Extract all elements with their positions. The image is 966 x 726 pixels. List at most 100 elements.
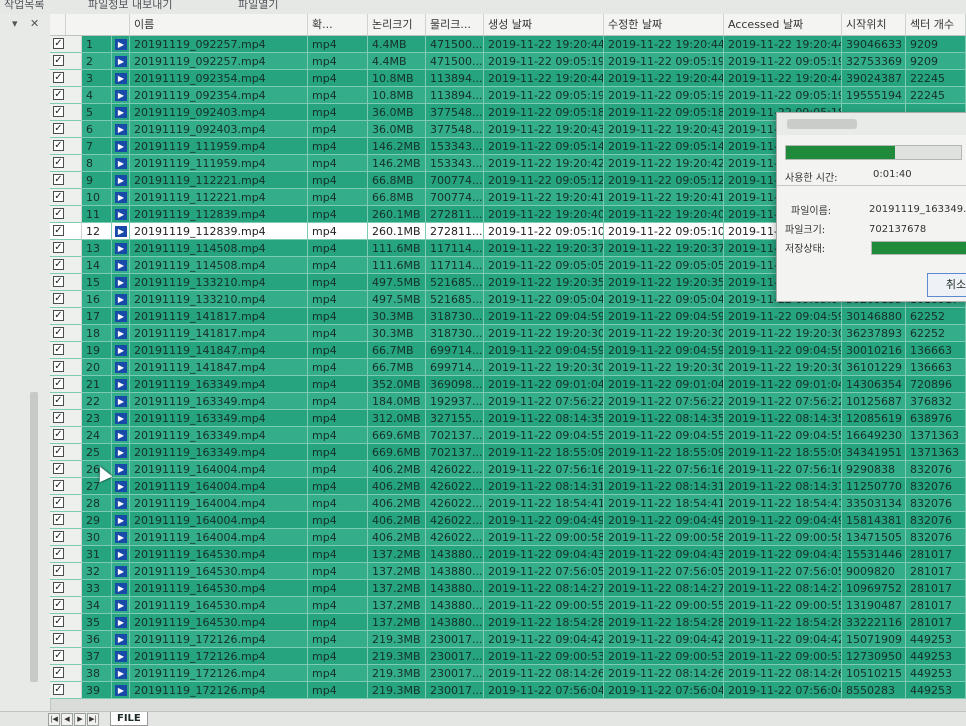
hdr-checkbox[interactable] bbox=[50, 14, 66, 35]
row-checkbox[interactable]: ✓ bbox=[53, 480, 64, 491]
row-checkbox[interactable]: ✓ bbox=[53, 259, 64, 270]
table-row[interactable]: ✓ 3 ▶ 20191119_092354.mp4 mp4 10.8MB 113894...… bbox=[50, 70, 966, 87]
row-checkbox[interactable]: ✓ bbox=[53, 395, 64, 406]
row-checkbox[interactable]: ✓ bbox=[53, 531, 64, 542]
row-checkbox[interactable]: ✓ bbox=[53, 89, 64, 100]
row-checkbox[interactable]: ✓ bbox=[53, 225, 64, 236]
hdr-name[interactable]: 이름 bbox=[130, 14, 308, 35]
table-row[interactable]: ✓ 4 ▶ 20191119_092354.mp4 mp4 10.8MB 113894...… bbox=[50, 87, 966, 104]
row-checkbox[interactable]: ✓ bbox=[53, 310, 64, 321]
row-checkbox[interactable]: ✓ bbox=[53, 327, 64, 338]
logical-size: 137.2MB bbox=[368, 563, 426, 580]
table-row[interactable]: ✓ 28 ▶ 20191119_164004.mp4 mp4 406.2MB 426022.… bbox=[50, 495, 966, 512]
sheet-tab-file[interactable]: FILE bbox=[110, 712, 148, 726]
row-checkbox[interactable]: ✓ bbox=[53, 123, 64, 134]
row-checkbox[interactable]: ✓ bbox=[53, 582, 64, 593]
row-checkbox[interactable]: ✓ bbox=[53, 140, 64, 151]
row-checkbox[interactable]: ✓ bbox=[53, 463, 64, 474]
row-checkbox[interactable]: ✓ bbox=[53, 633, 64, 644]
logical-size: 219.3MB bbox=[368, 648, 426, 665]
table-row[interactable]: ✓ 17 ▶ 20191119_141817.mp4 mp4 30.3MB 318730..… bbox=[50, 308, 966, 325]
row-checkbox[interactable]: ✓ bbox=[53, 497, 64, 508]
row-checkbox[interactable]: ✓ bbox=[53, 650, 64, 661]
next-sheet-button[interactable]: ▶ bbox=[74, 713, 86, 726]
row-checkbox[interactable]: ✓ bbox=[53, 361, 64, 372]
table-row[interactable]: ✓ 2 ▶ 20191119_092257.mp4 mp4 4.4MB 471500... 2… bbox=[50, 53, 966, 70]
hdr-number[interactable] bbox=[82, 14, 130, 35]
row-checkbox[interactable]: ✓ bbox=[53, 429, 64, 440]
toolbar-open-file[interactable]: 파일열기 bbox=[238, 0, 278, 12]
created-date: 2019-11-22 19:20:30 bbox=[484, 359, 604, 376]
row-checkbox[interactable]: ✓ bbox=[53, 684, 64, 695]
table-row[interactable]: ✓ 36 ▶ 20191119_172126.mp4 mp4 219.3MB 230017.… bbox=[50, 631, 966, 648]
hdr-sector-count[interactable]: 섹터 개수 bbox=[906, 14, 966, 35]
row-checkbox[interactable]: ✓ bbox=[53, 344, 64, 355]
hdr-logical-size[interactable]: 논리크기 bbox=[368, 14, 426, 35]
row-number: 27 bbox=[82, 478, 112, 495]
table-row[interactable]: ✓ 30 ▶ 20191119_164004.mp4 mp4 406.2MB 426022.… bbox=[50, 529, 966, 546]
toolbar-task-list[interactable]: 작업목록 bbox=[4, 0, 44, 12]
row-checkbox[interactable]: ✓ bbox=[53, 106, 64, 117]
row-checkbox[interactable]: ✓ bbox=[53, 242, 64, 253]
hdr-physical-size[interactable]: 물리크... bbox=[426, 14, 484, 35]
row-checkbox[interactable]: ✓ bbox=[53, 378, 64, 389]
row-checkbox[interactable]: ✓ bbox=[53, 208, 64, 219]
table-row[interactable]: ✓ 1 ▶ 20191119_092257.mp4 mp4 4.4MB 471500... 2… bbox=[50, 36, 966, 53]
hdr-start-offset[interactable]: 시작위치 bbox=[842, 14, 906, 35]
row-checkbox[interactable]: ✓ bbox=[53, 446, 64, 457]
row-checkbox[interactable]: ✓ bbox=[53, 514, 64, 525]
table-row[interactable]: ✓ 33 ▶ 20191119_164530.mp4 mp4 137.2MB 143880.… bbox=[50, 580, 966, 597]
chevron-down-icon[interactable]: ▾ bbox=[12, 17, 18, 30]
hdr-accessed[interactable]: Accessed 날짜 bbox=[724, 14, 842, 35]
row-checkbox[interactable]: ✓ bbox=[53, 548, 64, 559]
table-row[interactable]: ✓ 31 ▶ 20191119_164530.mp4 mp4 137.2MB 143880.… bbox=[50, 546, 966, 563]
row-checkbox[interactable]: ✓ bbox=[53, 565, 64, 576]
row-checkbox[interactable]: ✓ bbox=[53, 72, 64, 83]
prev-sheet-button[interactable]: ◀ bbox=[61, 713, 73, 726]
row-checkbox[interactable]: ✓ bbox=[53, 276, 64, 287]
table-row[interactable]: ✓ 20 ▶ 20191119_141847.mp4 mp4 66.7MB 699714..… bbox=[50, 359, 966, 376]
hdr-modified[interactable]: 수정한 날짜 bbox=[604, 14, 724, 35]
row-checkbox[interactable]: ✓ bbox=[53, 616, 64, 627]
table-row[interactable]: ✓ 24 ▶ 20191119_163349.mp4 mp4 669.6MB 702137.… bbox=[50, 427, 966, 444]
logical-size: 184.0MB bbox=[368, 393, 426, 410]
table-row[interactable]: ✓ 19 ▶ 20191119_141847.mp4 mp4 66.7MB 699714..… bbox=[50, 342, 966, 359]
table-row[interactable]: ✓ 27 ▶ 20191119_164004.mp4 mp4 406.2MB 426022.… bbox=[50, 478, 966, 495]
table-row[interactable]: ✓ 18 ▶ 20191119_141817.mp4 mp4 30.3MB 318730..… bbox=[50, 325, 966, 342]
sector-count: 9209 bbox=[906, 53, 966, 70]
table-row[interactable]: ✓ 21 ▶ 20191119_163349.mp4 mp4 352.0MB 369098.… bbox=[50, 376, 966, 393]
table-row[interactable]: ✓ 25 ▶ 20191119_163349.mp4 mp4 669.6MB 702137.… bbox=[50, 444, 966, 461]
table-row[interactable]: ✓ 23 ▶ 20191119_163349.mp4 mp4 312.0MB 327155.… bbox=[50, 410, 966, 427]
modified-date: 2019-11-22 09:00:58 bbox=[604, 529, 724, 546]
table-row[interactable]: ✓ 34 ▶ 20191119_164530.mp4 mp4 137.2MB 143880.… bbox=[50, 597, 966, 614]
start-offset: 13471505 bbox=[842, 529, 906, 546]
file-type-cell: ▶ bbox=[112, 648, 130, 665]
row-checkbox[interactable]: ✓ bbox=[53, 412, 64, 423]
last-sheet-button[interactable]: ▶| bbox=[87, 713, 99, 726]
physical-size: 230017... bbox=[426, 631, 484, 648]
row-checkbox[interactable]: ✓ bbox=[53, 157, 64, 168]
table-row[interactable]: ✓ 29 ▶ 20191119_164004.mp4 mp4 406.2MB 426022.… bbox=[50, 512, 966, 529]
close-icon[interactable]: ✕ bbox=[30, 17, 39, 30]
table-row[interactable]: ✓ 22 ▶ 20191119_163349.mp4 mp4 184.0MB 192937.… bbox=[50, 393, 966, 410]
cancel-button[interactable]: 취소 bbox=[927, 273, 966, 297]
start-offset: 15071909 bbox=[842, 631, 906, 648]
table-row[interactable]: ✓ 39 ▶ 20191119_172126.mp4 mp4 219.3MB 230017.… bbox=[50, 682, 966, 699]
first-sheet-button[interactable]: |◀ bbox=[48, 713, 60, 726]
row-checkbox[interactable]: ✓ bbox=[53, 174, 64, 185]
row-checkbox[interactable]: ✓ bbox=[53, 38, 64, 49]
table-row[interactable]: ✓ 38 ▶ 20191119_172126.mp4 mp4 219.3MB 230017.… bbox=[50, 665, 966, 682]
row-checkbox[interactable]: ✓ bbox=[53, 667, 64, 678]
toolbar-export-file-info[interactable]: 파일정보 내보내기 bbox=[88, 0, 172, 12]
hdr-extension[interactable]: 확... bbox=[308, 14, 368, 35]
table-row[interactable]: ✓ 37 ▶ 20191119_172126.mp4 mp4 219.3MB 230017.… bbox=[50, 648, 966, 665]
table-row[interactable]: ✓ 32 ▶ 20191119_164530.mp4 mp4 137.2MB 143880.… bbox=[50, 563, 966, 580]
hdr-created[interactable]: 생성 날짜 bbox=[484, 14, 604, 35]
table-row[interactable]: ✓ 26 ▶ 20191119_164004.mp4 mp4 406.2MB 426022.… bbox=[50, 461, 966, 478]
table-row[interactable]: ✓ 35 ▶ 20191119_164530.mp4 mp4 137.2MB 143880.… bbox=[50, 614, 966, 631]
row-checkbox[interactable]: ✓ bbox=[53, 55, 64, 66]
row-checkbox[interactable]: ✓ bbox=[53, 293, 64, 304]
vertical-scrollbar[interactable] bbox=[30, 392, 38, 682]
row-checkbox[interactable]: ✓ bbox=[53, 599, 64, 610]
row-checkbox[interactable]: ✓ bbox=[53, 191, 64, 202]
